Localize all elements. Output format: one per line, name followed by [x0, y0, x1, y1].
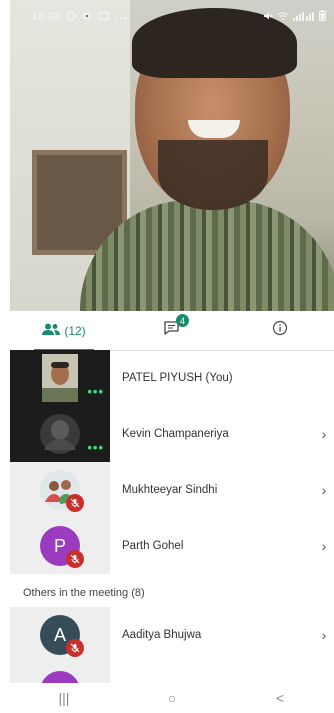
chevron-right-icon[interactable]: › [314, 538, 334, 554]
participant-video-thumbnail: ••• [10, 350, 110, 406]
status-time: 18:09 [32, 11, 60, 23]
signal-icon [293, 11, 315, 24]
chevron-right-icon[interactable]: › [314, 426, 334, 442]
tab-people[interactable]: (12) [10, 311, 118, 351]
participant-thumbnail [10, 462, 110, 518]
participant-row-self[interactable]: ••• PATEL PIYUSH (You) [10, 350, 334, 406]
chevron-right-icon[interactable]: › [314, 482, 334, 498]
participant-thumbnail [10, 663, 110, 683]
participant-name: Mukhteeyar Sindhi [122, 484, 218, 496]
battery-icon [319, 10, 326, 24]
more-options-icon[interactable]: ••• [87, 441, 104, 454]
participant-thumbnail: A [10, 607, 110, 663]
system-navigation-bar: ||| ○ < [10, 683, 334, 713]
recent-apps-button[interactable]: ||| [44, 690, 84, 706]
chevron-right-icon[interactable]: › [314, 627, 334, 643]
participant-list: ••• PATEL PIYUSH (You) ••• Kevin Champan… [10, 350, 334, 683]
status-bar: 18:09 [10, 6, 334, 28]
mic-off-icon [66, 550, 84, 568]
participant-row-partial[interactable] [10, 663, 334, 683]
participant-name: PATEL PIYUSH (You) [122, 372, 233, 384]
message-icon [97, 11, 109, 24]
mute-icon [263, 11, 273, 24]
back-button[interactable]: < [260, 690, 300, 706]
people-icon [42, 323, 61, 338]
more-dots-icon [115, 11, 127, 23]
participant-row[interactable]: Mukhteeyar Sindhi › [10, 462, 334, 518]
home-button[interactable]: ○ [152, 690, 192, 706]
chat-badge: 4 [176, 314, 189, 327]
video-thumbnail-person [42, 354, 78, 402]
participant-row[interactable]: P Parth Gohel › [10, 518, 334, 574]
participant-name: Kevin Champaneriya [122, 428, 229, 440]
main-video-feed[interactable] [10, 0, 334, 311]
participant-thumbnail: ••• [10, 406, 110, 462]
avatar [40, 671, 80, 683]
whatsapp-icon [65, 10, 76, 24]
mic-off-icon [66, 494, 84, 512]
info-icon [272, 320, 288, 341]
people-count: (12) [64, 323, 86, 338]
others-section-label: Others in the meeting (8) [23, 587, 145, 599]
wifi-icon [277, 11, 289, 24]
participant-row[interactable]: ••• Kevin Champaneriya › [10, 406, 334, 462]
more-options-icon[interactable]: ••• [87, 385, 104, 398]
meeting-tabs: (12) 4 [10, 311, 334, 351]
participant-row[interactable]: A Aaditya Bhujwa › [10, 607, 334, 663]
tab-chat[interactable]: 4 [118, 311, 226, 350]
participant-name: Parth Gohel [122, 540, 184, 552]
avatar [40, 414, 80, 454]
participant-name: Aaditya Bhujwa [122, 629, 202, 641]
participant-thumbnail: P [10, 518, 110, 574]
video-person-beard [158, 140, 268, 210]
settings-icon [82, 11, 92, 24]
mic-off-icon [66, 639, 84, 657]
tab-info[interactable] [226, 311, 334, 350]
